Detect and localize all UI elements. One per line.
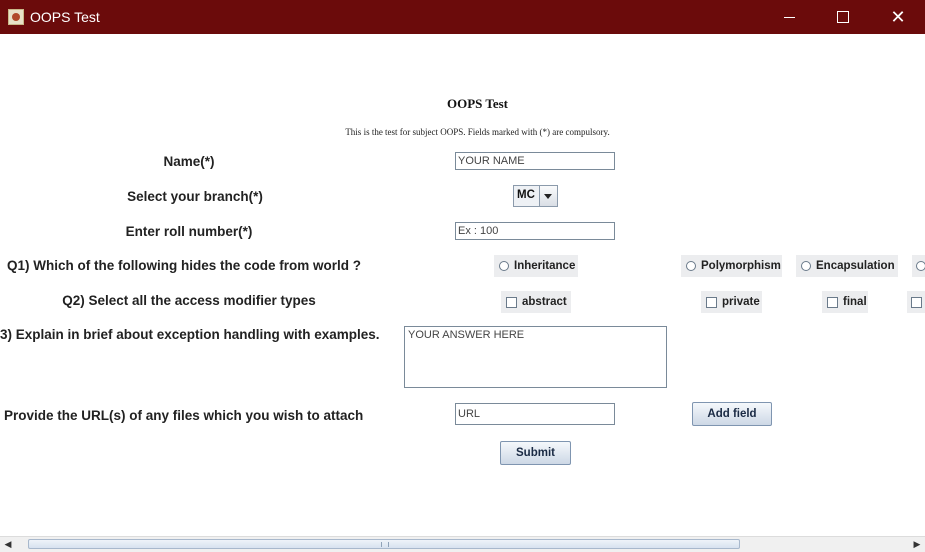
grip-icon [381,542,389,547]
q1-option-partial[interactable] [912,255,925,277]
window-title: OOPS Test [30,9,100,25]
q3-label: 3) Explain in brief about exception hand… [0,327,380,342]
q2-option-final[interactable]: final [822,291,868,313]
q1-option-label: Inheritance [514,260,576,272]
q2-option-private[interactable]: private [701,291,762,313]
q2-label: Q2) Select all the access modifier types [62,293,316,308]
scrollbar-thumb[interactable] [28,539,740,549]
roll-number-field[interactable]: Ex : 100 [455,222,615,240]
q2-option-label: final [843,296,867,308]
q1-option-inheritance[interactable]: Inheritance [494,255,578,277]
roll-label: Enter roll number(*) [125,224,253,239]
branch-selected-value: MC [517,189,535,201]
q2-option-partial[interactable] [907,291,925,313]
checkbox-icon [506,296,517,308]
url-field[interactable]: URL [455,403,615,425]
q2-option-abstract[interactable]: abstract [501,291,571,313]
maximize-button[interactable] [820,0,866,34]
title-bar: OOPS Test ✕ [0,0,925,34]
checkbox-icon [706,296,717,308]
radio-icon [801,261,811,271]
radio-icon [916,261,925,271]
form-heading: OOPS Test [446,96,509,111]
q1-option-label: Encapsulation [816,260,895,272]
scroll-left-icon[interactable]: ◀ [0,537,16,552]
q1-label: Q1) Which of the following hides the cod… [7,258,361,273]
radio-icon [686,261,696,271]
maximize-icon [837,11,849,23]
branch-select[interactable]: MC [513,185,558,207]
form-subheading: This is the test for subject OOPS. Field… [345,127,610,137]
form-panel: OOPS Test This is the test for subject O… [0,34,925,536]
q1-option-label: Polymorphism [701,260,781,272]
q2-option-label: private [722,296,760,308]
horizontal-scrollbar[interactable]: ◀ ▶ [0,536,925,552]
java-app-icon [8,9,24,25]
close-icon: ✕ [890,7,906,27]
checkbox-icon [911,296,922,308]
name-label: Name(*) [163,154,215,169]
url-label: Provide the URL(s) of any files which yo… [4,408,364,423]
submit-button[interactable]: Submit [500,441,571,465]
q1-option-polymorphism[interactable]: Polymorphism [681,255,782,277]
scroll-right-icon[interactable]: ▶ [909,537,925,552]
minimize-button[interactable] [766,0,812,34]
q1-option-encapsulation[interactable]: Encapsulation [796,255,898,277]
close-button[interactable]: ✕ [875,0,921,34]
chevron-down-icon[interactable] [539,186,557,206]
name-field[interactable]: YOUR NAME [455,152,615,170]
q3-answer-textarea[interactable]: YOUR ANSWER HERE [404,326,667,388]
radio-icon [499,261,509,271]
add-field-button[interactable]: Add field [692,402,772,426]
q2-option-label: abstract [522,296,567,308]
checkbox-icon [827,296,838,308]
minimize-icon [783,16,795,18]
branch-label: Select your branch(*) [127,189,263,204]
